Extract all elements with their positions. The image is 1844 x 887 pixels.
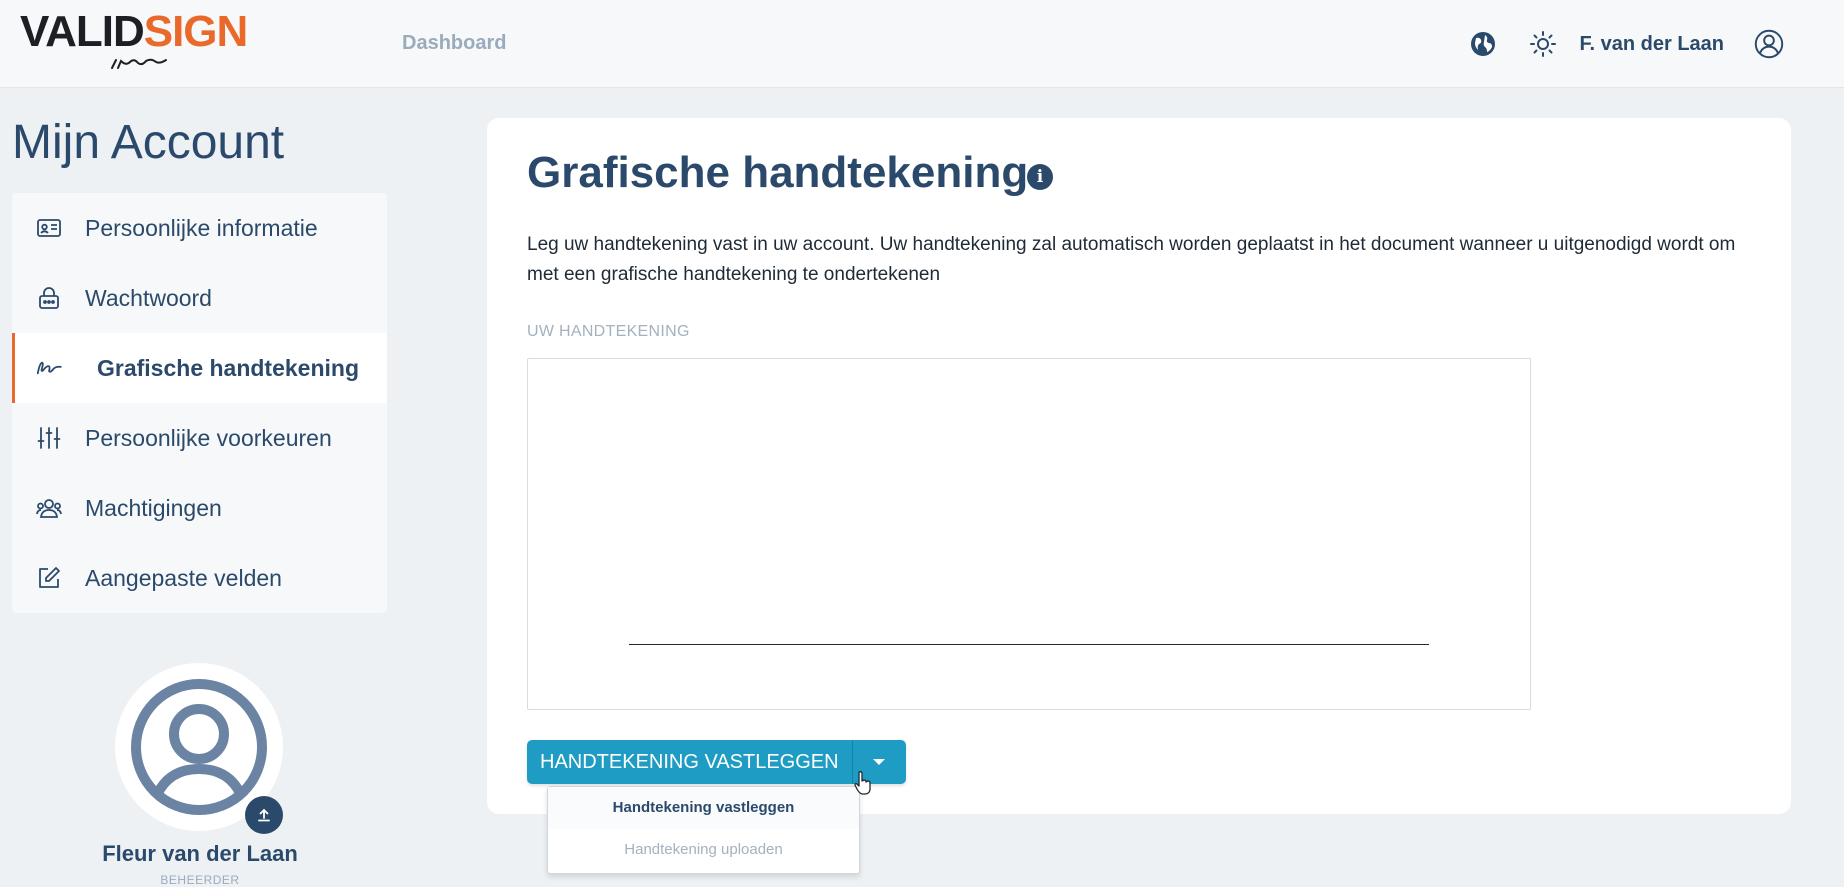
sun-icon[interactable] [1528, 29, 1558, 59]
sidebar-item-label: Wachtwoord [85, 284, 212, 311]
sidebar-item-label: Machtigingen [85, 494, 222, 521]
globe-icon[interactable] [1468, 29, 1498, 59]
signature-dropdown-menu: Handtekening vastleggen Handtekening upl… [547, 786, 860, 874]
logo-valid-text: VALID [20, 7, 145, 56]
page-title: Mijn Account [12, 116, 285, 169]
profile-role: BEHEERDER [160, 873, 240, 887]
edit-icon [36, 565, 62, 591]
account-side-menu: Persoonlijke informatie Wachtwoord Grafi… [12, 193, 387, 613]
avatar-upload-button[interactable] [245, 796, 283, 834]
signature-pad[interactable] [527, 358, 1531, 710]
card-description: Leg uw handtekening vast in uw account. … [527, 234, 1736, 285]
top-bar: VALIDSIGN Dashboard F. van der Laan [0, 0, 1844, 88]
signature-baseline [629, 644, 1429, 645]
save-signature-button-group: HANDTEKENING VASTLEGGEN [527, 740, 906, 784]
sidebar-item-persoonlijke-informatie[interactable]: Persoonlijke informatie [12, 193, 387, 263]
hand-cursor-icon [854, 771, 871, 795]
profile-name: Fleur van der Laan [102, 841, 298, 866]
sidebar-item-persoonlijke-voorkeuren[interactable]: Persoonlijke voorkeuren [12, 403, 387, 473]
users-icon [36, 495, 62, 521]
logo-signature-scribble-icon [111, 58, 167, 69]
sidebar-item-label: Aangepaste velden [85, 564, 282, 591]
sidebar-item-label: Grafische handtekening [97, 354, 360, 381]
sidebar-item-label: Persoonlijke informatie [85, 214, 318, 241]
user-circle-icon[interactable] [1754, 29, 1784, 59]
sidebar-item-grafische-handtekening[interactable]: Grafische handtekening [12, 333, 387, 403]
signature-icon [36, 355, 62, 381]
lock-icon [36, 285, 62, 311]
menu-item-handtekening-vastleggen[interactable]: Handtekening vastleggen [548, 787, 859, 829]
id-card-icon [36, 215, 62, 241]
card-title: Grafische handtekening [527, 148, 1029, 197]
logo-sign-text: SIGN [143, 7, 249, 56]
header-username[interactable]: F. van der Laan [1580, 33, 1725, 56]
signature-label: UW HANDTEKENING [527, 323, 690, 340]
nav-dashboard-link[interactable]: Dashboard [402, 32, 506, 55]
caret-down-icon [873, 759, 886, 765]
upload-icon [258, 808, 270, 822]
sidebar-item-wachtwoord[interactable]: Wachtwoord [12, 263, 387, 333]
sidebar-item-label: Persoonlijke voorkeuren [85, 424, 332, 451]
sliders-icon [36, 425, 62, 451]
signature-card: Grafische handtekening i Leg uw handteke… [487, 118, 1791, 814]
sidebar-item-machtigingen[interactable]: Machtigingen [12, 473, 387, 543]
validsign-logo[interactable]: VALIDSIGN [20, 7, 249, 74]
save-signature-button[interactable]: HANDTEKENING VASTLEGGEN [527, 740, 852, 784]
info-icon[interactable]: i [1027, 164, 1053, 190]
menu-item-handtekening-uploaden[interactable]: Handtekening uploaden [548, 829, 859, 871]
user-avatar-icon [131, 679, 267, 815]
sidebar-item-aangepaste-velden[interactable]: Aangepaste velden [12, 543, 387, 613]
header-actions: F. van der Laan [1468, 24, 1785, 64]
